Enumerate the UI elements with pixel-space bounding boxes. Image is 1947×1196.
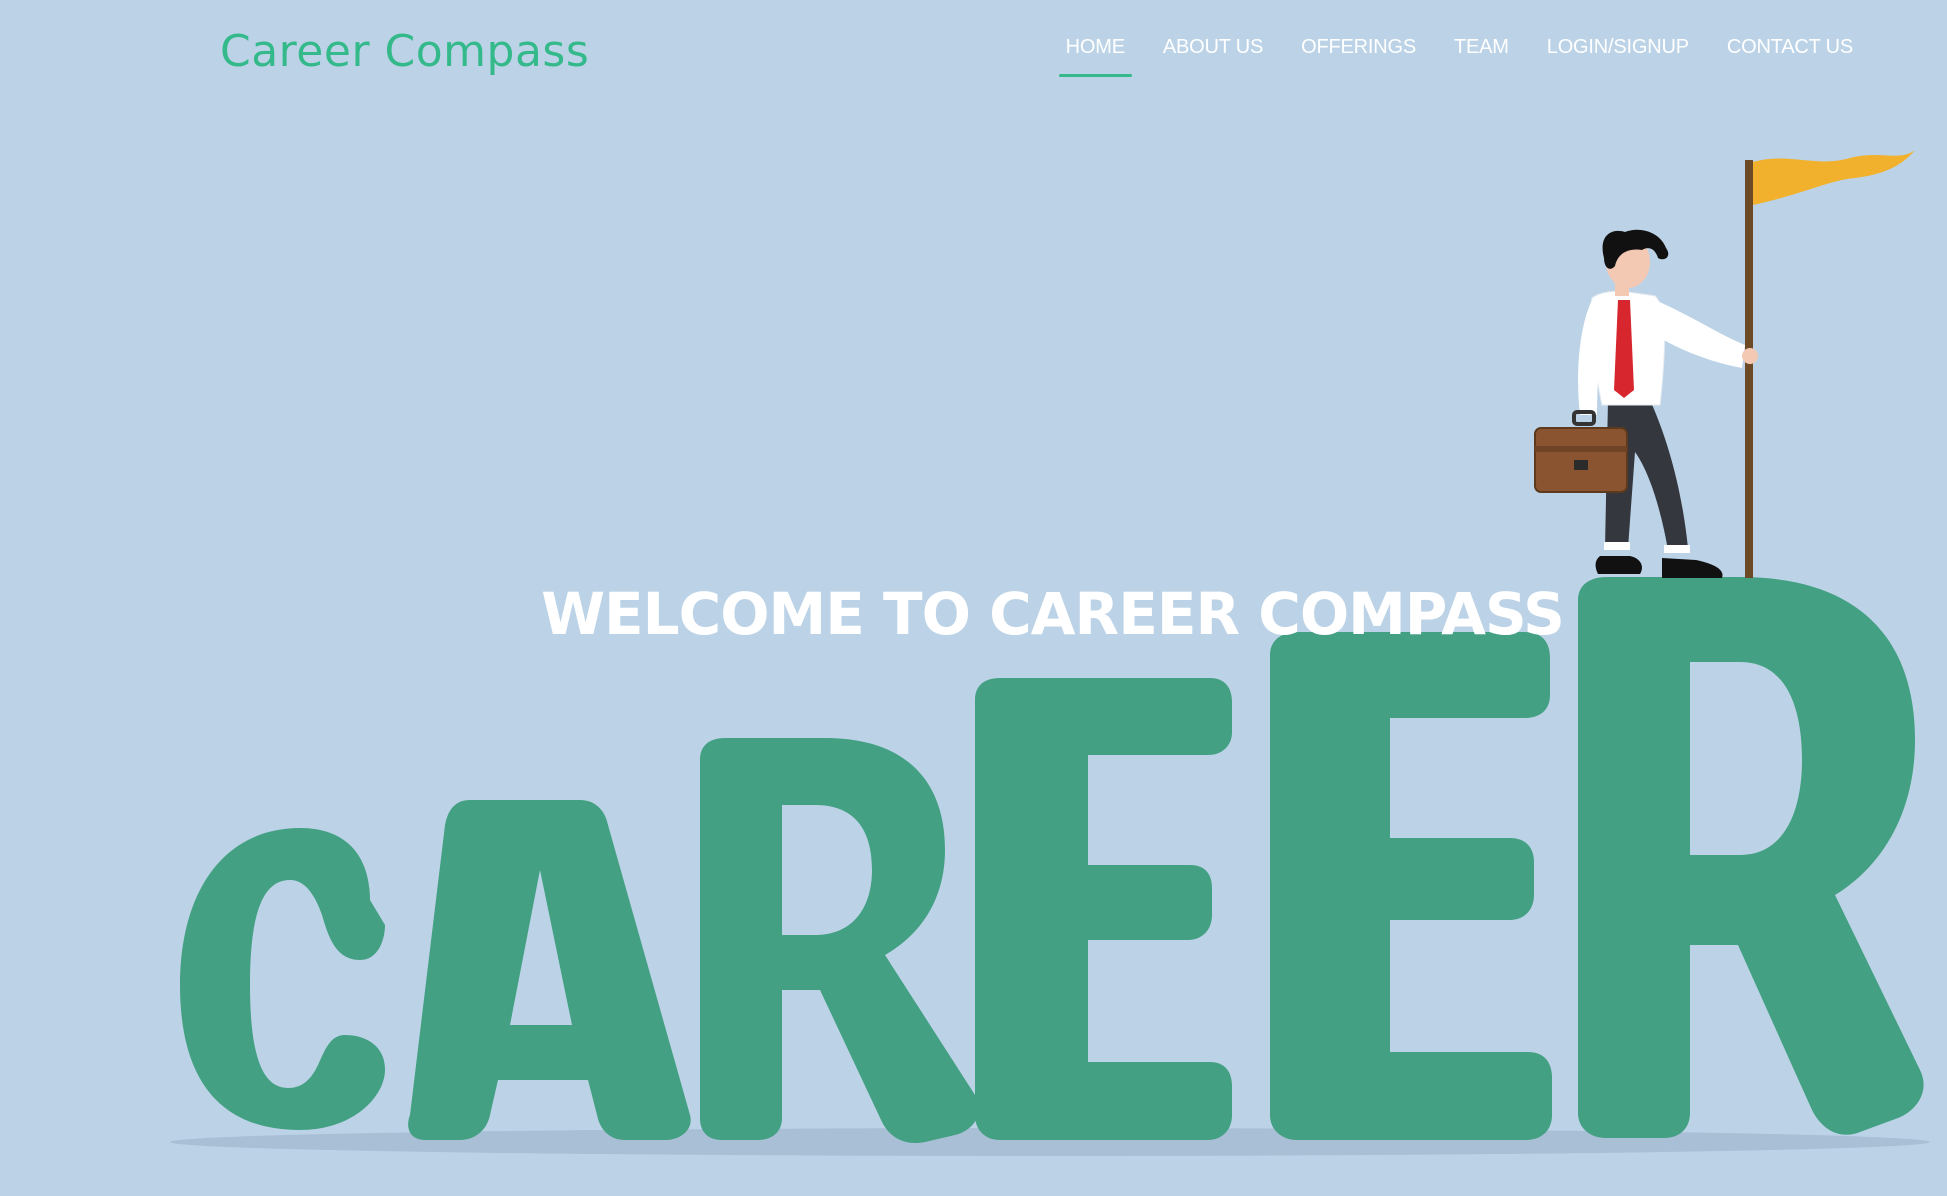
flag-group (1745, 150, 1915, 578)
flag (1753, 150, 1915, 205)
letter-e-second (1270, 632, 1552, 1140)
letter-r-second (1578, 577, 1924, 1138)
letter-c (180, 828, 385, 1130)
career-letters (180, 577, 1924, 1144)
letter-e-first (975, 678, 1232, 1140)
hero-title: WELCOME TO CAREER COMPASS (541, 580, 1565, 648)
hero-section: WELCOME TO CAREER COMPASS (0, 0, 1947, 1196)
letter-r-first (700, 738, 979, 1144)
person-figure (1534, 229, 1758, 578)
letter-a (408, 800, 691, 1140)
